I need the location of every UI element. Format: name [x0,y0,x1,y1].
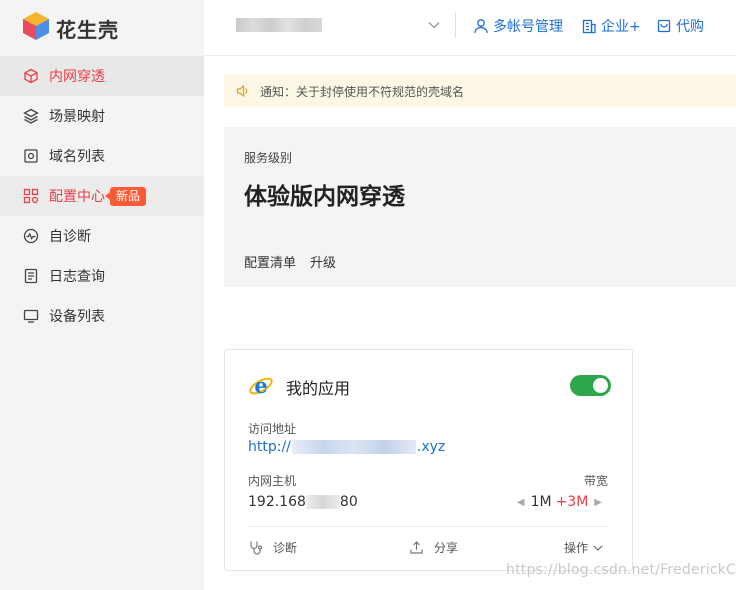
sidebar-item-intranet-penetration[interactable]: 内网穿透 [0,56,204,96]
intranet-host-label: 内网主机 [248,474,297,488]
speaker-icon [236,84,248,98]
sidebar-item-label: 域名列表 [49,149,105,165]
brand-name: 花生壳 [56,17,119,42]
diagnose-label: 诊断 [273,541,298,555]
sidebar-item-log-query[interactable]: 日志查询 [0,256,204,296]
sidebar-item-label: 场景映射 [49,109,105,125]
chevron-down-icon [593,545,603,551]
sidebar-item-scene-mapping[interactable]: 场景映射 [0,96,204,136]
chevron-down-icon[interactable] [428,18,440,32]
diagnose-button[interactable]: 诊断 [248,539,297,556]
bandwidth-extra: +3M [555,494,589,510]
sidebar-item-domain-list[interactable]: 域名列表 [0,136,204,176]
enterprise-plus-link[interactable]: 企业+ [581,16,641,36]
share-button[interactable]: 分享 [409,539,458,556]
address-prefix: http:// [248,439,291,455]
purchase-agent-link[interactable]: 代购 [656,16,704,36]
access-address-link[interactable]: http:// .xyz [248,439,445,455]
bandwidth-label: 带宽 [583,474,608,488]
building-icon [582,19,596,34]
sidebar-item-label: 自诊断 [49,229,91,245]
operate-dropdown[interactable]: 操作 [564,539,603,556]
multi-account-label: 多帐号管理 [493,19,563,35]
sidebar-item-label: 设备列表 [49,309,105,325]
sidebar-item-label: 配置中心 [49,189,105,205]
sidebar-item-label: 内网穿透 [49,69,105,85]
top-header: 多帐号管理 企业+ 代购 [204,0,736,56]
header-divider [455,12,456,38]
app-enable-toggle[interactable] [570,375,611,396]
browser-e-icon: e [248,373,274,399]
decrease-bandwidth-icon[interactable]: ◀ [517,497,525,508]
purchase-agent-label: 代购 [676,19,704,35]
user-icon [474,19,488,34]
cube-icon [22,67,40,85]
sidebar-item-device-list[interactable]: 设备列表 [0,296,204,336]
service-level-title: 体验版内网穿透 [244,184,405,210]
watermark: https://blog.csdn.net/FrederickC [506,562,736,578]
blurred-host [305,495,340,509]
new-product-badge: 新品 [104,186,147,206]
sidebar-item-label: 日志查询 [49,269,105,285]
diagnose-icon [22,227,40,245]
service-panel: 服务级别 体验版内网穿透 配置清单 升级 [224,127,736,287]
notice-bar[interactable]: 通知：关于封停使用不符规范的壳域名 [224,75,736,107]
address-suffix: .xyz [416,439,446,455]
brand-logo[interactable]: 花生壳 [22,12,119,44]
toggle-knob [593,378,608,393]
log-icon [22,267,40,285]
blurred-domain [291,440,416,454]
svg-text:e: e [254,373,267,398]
peanut-hull-logo-icon [22,11,50,45]
monitor-icon [22,307,40,325]
host-prefix: 192.168 [248,494,306,510]
sidebar-nav: 内网穿透 场景映射 域名列表 配置中心 新品 自诊断 日志查询 设备列表 [0,56,204,336]
increase-bandwidth-icon[interactable]: ▶ [594,497,602,508]
service-level-label: 服务级别 [244,151,293,165]
share-label: 分享 [434,541,459,555]
multi-account-link[interactable]: 多帐号管理 [473,16,563,36]
domain-icon [22,147,40,165]
service-links: 配置清单 升级 [244,252,336,271]
operate-label: 操作 [564,541,589,555]
app-title: 我的应用 [286,379,351,398]
enterprise-plus-label: 企业+ [601,19,641,35]
stethoscope-icon [250,541,263,555]
app-card: e 我的应用 访问地址 http:// .xyz 内网主机 带宽 192.168 8… [224,349,633,571]
access-address-label: 访问地址 [248,422,297,436]
sidebar-item-config-center[interactable]: 配置中心 新品 [0,176,204,216]
intranet-host-value: 192.168 80 [248,494,358,510]
account-selector[interactable] [236,18,322,32]
card-divider [248,526,608,527]
bandwidth-base: 1M [530,494,552,510]
cart-icon [657,19,671,33]
sidebar-item-self-diagnosis[interactable]: 自诊断 [0,216,204,256]
bandwidth-control: ◀ 1M +3M ▶ [511,494,608,510]
config-list-link[interactable]: 配置清单 [244,252,296,271]
upload-share-icon [410,541,423,554]
sidebar: 花生壳 内网穿透 场景映射 域名列表 配置中心 新品 自诊断 日志查询 设备列表 [0,0,204,590]
grid-icon [22,187,40,205]
host-suffix: 80 [339,494,358,510]
upgrade-link[interactable]: 升级 [310,252,336,271]
layers-icon [22,107,40,125]
notice-text: 通知：关于封停使用不符规范的壳域名 [260,84,465,99]
